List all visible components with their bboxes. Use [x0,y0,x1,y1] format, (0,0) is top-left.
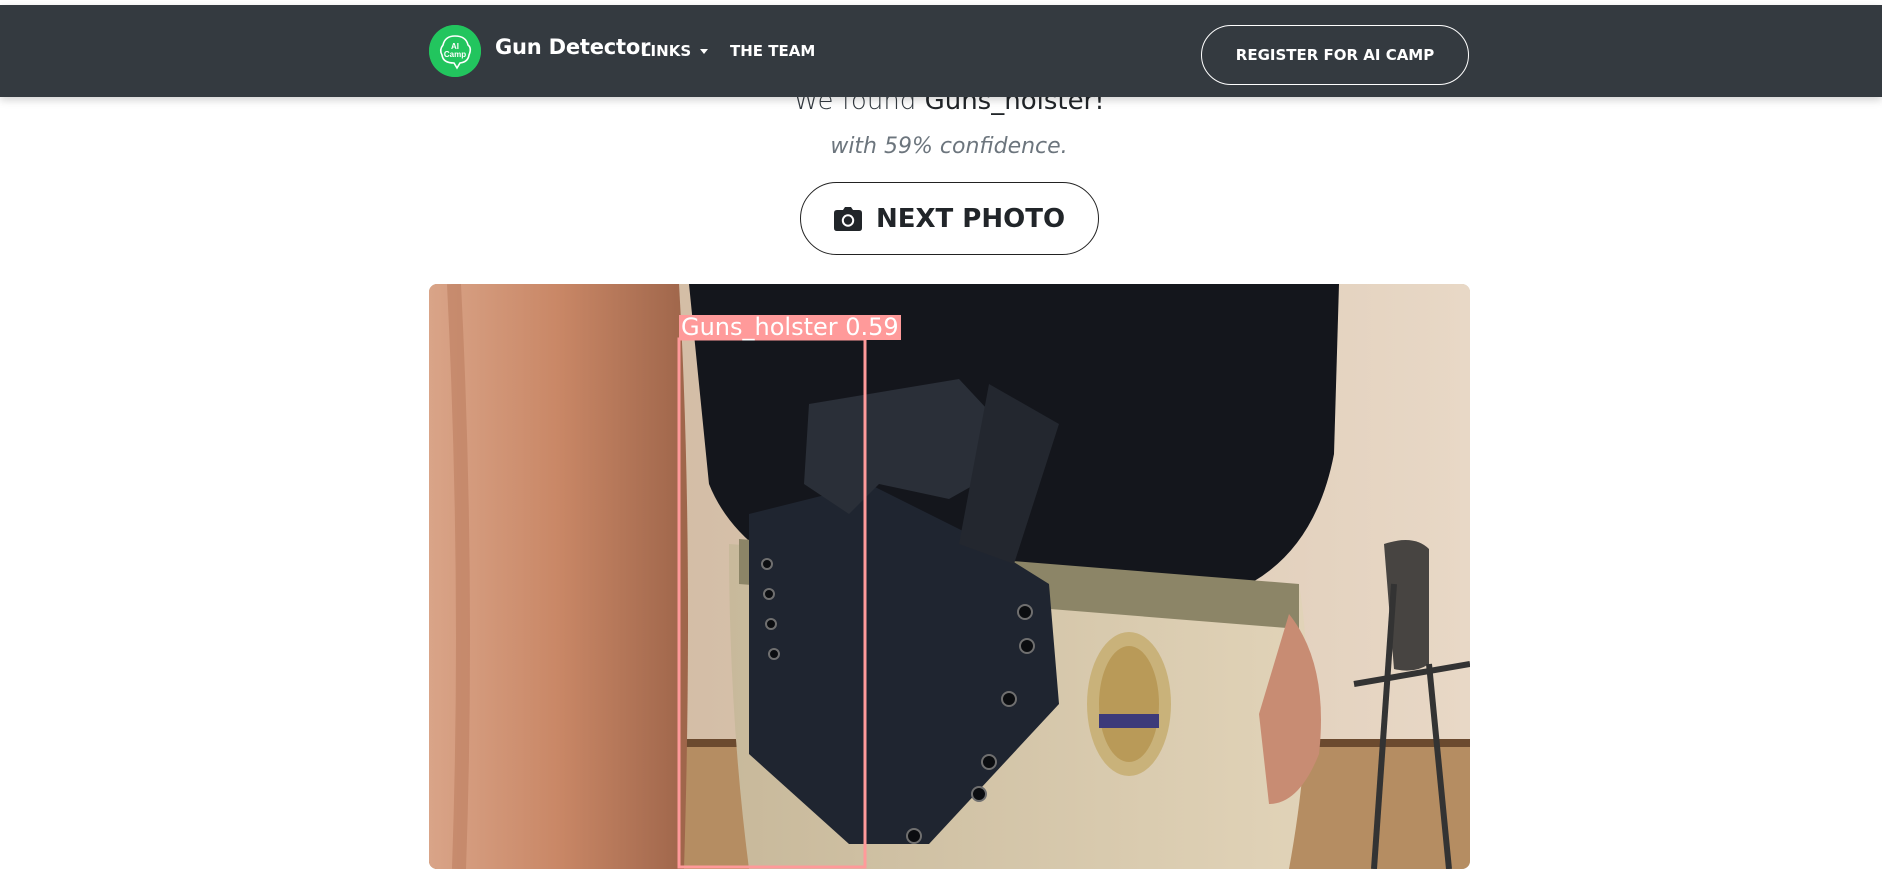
nav-the-team[interactable]: THE TEAM [730,42,815,60]
page: We found Guns_holster! with 59% confiden… [0,0,1882,884]
register-button[interactable]: REGISTER FOR AI CAMP [1201,25,1469,85]
next-photo-label: NEXT PHOTO [875,203,1066,234]
next-photo-button[interactable]: NEXT PHOTO [800,182,1099,255]
nav-links-label: LINKS [641,42,692,60]
ai-camp-logo[interactable]: AI Camp [429,25,481,77]
brand-name[interactable]: Gun Detector [495,35,650,59]
photo-illustration [429,284,1470,869]
detection-label: Guns_holster 0.59 [679,313,901,341]
detection-image: Guns_holster 0.59 [429,284,1470,869]
confidence-text: with 59% confidence. [830,134,1068,159]
caret-down-icon [700,49,709,54]
svg-text:Camp: Camp [444,50,466,59]
camera-icon [833,206,862,231]
navbar: AI Camp Gun Detector LINKS THE TEAM REGI… [0,5,1882,97]
nav-links-dropdown[interactable]: LINKS [641,42,709,60]
